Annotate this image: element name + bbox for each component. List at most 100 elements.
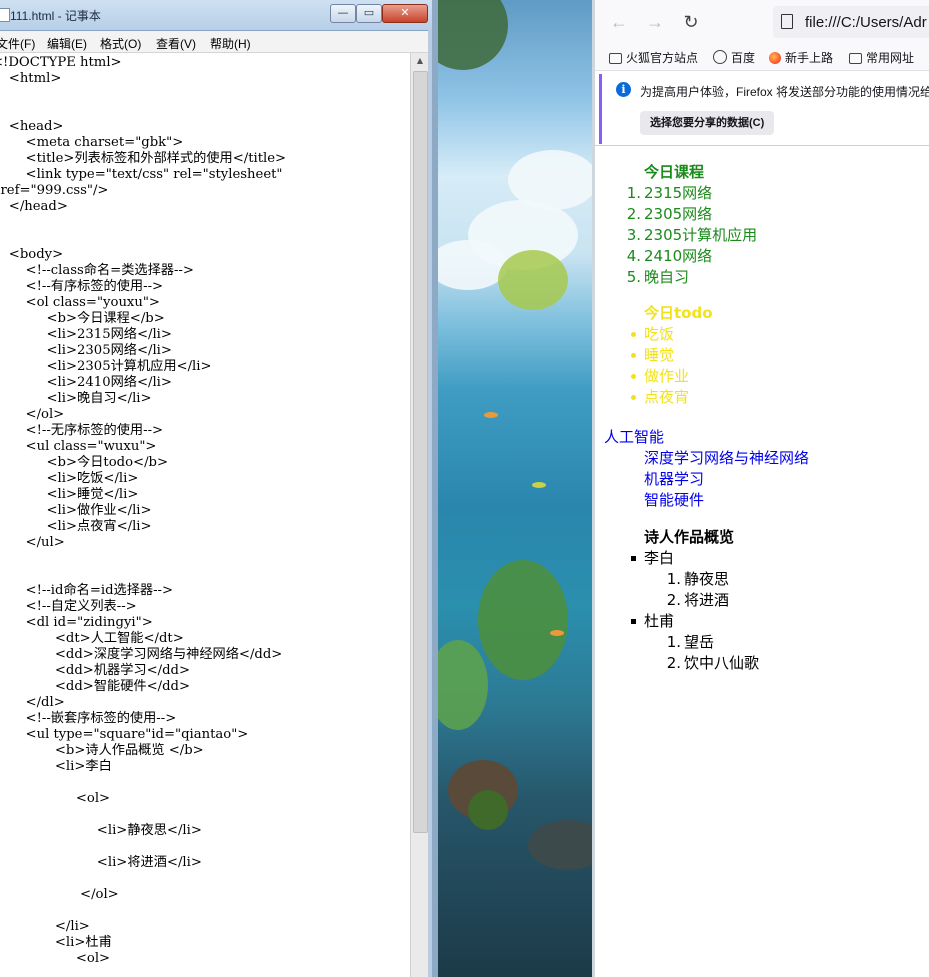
poets-heading: 诗人作品概览 <box>644 528 735 546</box>
rock-shape <box>528 820 592 870</box>
scrollbar-thumb[interactable] <box>413 71 428 833</box>
list-item-text: 点夜宵 <box>644 388 690 406</box>
folder-icon <box>849 53 862 64</box>
poets-nested-list: 诗人作品概览 李白 1. 静夜思 2. 将进酒 杜甫 1. 望岳 2. 饮中八仙歌 <box>631 527 759 674</box>
list-item: 5. 晚自习 <box>627 267 757 288</box>
url-text[interactable]: file:///C:/Users/Adr <box>805 14 927 31</box>
choose-data-button[interactable]: 选择您要分享的数据(C) <box>640 111 775 135</box>
list-marker: 1. <box>626 184 641 202</box>
definition-item: 机器学习 <box>644 470 705 488</box>
telemetry-notification-bar: i 为提高用户体验，Firefox 将发送部分功能的使用情况给 选择您要分享的数… <box>599 74 929 144</box>
definition-item: 深度学习网络与神经网络 <box>644 449 810 467</box>
list-marker: 1. <box>666 633 681 651</box>
work-item: 1. 望岳 <box>644 632 759 653</box>
list-item: 2. 2305网络 <box>627 204 757 225</box>
file-page-icon <box>781 14 793 29</box>
poet-item: 杜甫 <box>631 611 759 632</box>
maximize-button[interactable]: ▭ <box>356 4 382 23</box>
firefox-icon <box>769 52 781 64</box>
list-item: 点夜宵 <box>631 387 713 408</box>
window-title: 111.html - 记事本 <box>10 9 101 23</box>
fish-shape <box>532 482 546 488</box>
seaweed-shape <box>478 560 568 680</box>
bookmark-firefox-official[interactable]: 火狐官方站点 <box>609 49 698 66</box>
bookmark-label: 常用网址 <box>866 51 915 65</box>
notepad-app-icon <box>0 8 10 22</box>
scroll-up-arrow-icon[interactable]: ▲ <box>411 53 429 69</box>
notepad-window: 111.html - 记事本 — ▭ ✕ 文件(F) 编辑(E) 格式(O) 查… <box>0 0 432 977</box>
work-title: 望岳 <box>684 633 715 651</box>
notice-text: 为提高用户体验，Firefox 将发送部分功能的使用情况给 <box>640 85 929 99</box>
seaweed-shape <box>438 640 488 730</box>
bullet-icon <box>631 332 636 337</box>
menu-bar: 文件(F) 编辑(E) 格式(O) 查看(V) 帮助(H) <box>0 31 432 53</box>
info-icon: i <box>616 82 631 97</box>
editor-content[interactable]: <!DOCTYPE html> <html> <head> <meta char… <box>0 53 402 967</box>
text-editor[interactable]: <!DOCTYPE html> <html> <head> <meta char… <box>0 53 410 977</box>
poet-item: 李白 <box>631 548 759 569</box>
foliage-shape <box>498 250 568 310</box>
list-marker: 5. <box>626 268 641 286</box>
navigation-toolbar: ← → ↻ file:///C:/Users/Adr <box>595 0 929 44</box>
fish-shape <box>484 412 498 418</box>
list-marker: 2. <box>626 205 641 223</box>
list-marker: 3. <box>626 226 641 244</box>
list-marker: 2. <box>666 591 681 609</box>
bookmark-label: 新手上路 <box>785 51 834 65</box>
work-title: 将进酒 <box>684 591 730 609</box>
menu-file[interactable]: 文件(F) <box>0 35 35 52</box>
content-divider <box>595 145 929 146</box>
bookmark-getting-started[interactable]: 新手上路 <box>769 49 833 66</box>
list-item-text: 吃饭 <box>644 325 675 343</box>
url-bar[interactable]: file:///C:/Users/Adr <box>773 6 929 38</box>
list-marker: 1. <box>666 570 681 588</box>
desktop-wallpaper <box>438 0 592 977</box>
todo-heading: 今日todo <box>644 304 713 322</box>
courses-heading: 今日课程 <box>644 163 705 181</box>
list-item-text: 2410网络 <box>644 247 713 265</box>
courses-ordered-list: 今日课程 1. 2315网络 2. 2305网络 3. 2305计算机应用 4. 241… <box>627 162 758 288</box>
back-arrow-icon[interactable]: ← <box>607 10 631 34</box>
foliage-shape <box>438 0 508 70</box>
poet-name: 李白 <box>644 549 675 567</box>
list-item-text: 2305计算机应用 <box>644 226 758 244</box>
notepad-titlebar[interactable]: 111.html - 记事本 — ▭ ✕ <box>0 0 432 31</box>
list-item: 4. 2410网络 <box>627 246 757 267</box>
forward-arrow-icon[interactable]: → <box>643 10 667 34</box>
minimize-button[interactable]: — <box>330 4 356 23</box>
list-item-text: 2315网络 <box>644 184 713 202</box>
poet-name: 杜甫 <box>644 612 675 630</box>
square-bullet-icon <box>631 619 636 624</box>
firefox-window: ← → ↻ file:///C:/Users/Adr 火狐官方站点 百度 新手上… <box>595 0 929 977</box>
square-bullet-icon <box>631 556 636 561</box>
work-item: 2. 将进酒 <box>644 590 759 611</box>
menu-edit[interactable]: 编辑(E) <box>47 35 87 52</box>
folder-icon <box>609 53 622 64</box>
list-item: 1. 2315网络 <box>627 183 757 204</box>
menu-format[interactable]: 格式(O) <box>100 35 141 52</box>
menu-view[interactable]: 查看(V) <box>156 35 196 52</box>
menu-help[interactable]: 帮助(H) <box>210 35 251 52</box>
work-title: 静夜思 <box>684 570 730 588</box>
bookmark-baidu[interactable]: 百度 <box>713 49 755 66</box>
list-item: 睡觉 <box>631 345 713 366</box>
bullet-icon <box>631 395 636 400</box>
fish-shape <box>550 630 564 636</box>
work-item: 1. 静夜思 <box>644 569 759 590</box>
list-item-text: 睡觉 <box>644 346 675 364</box>
vertical-scrollbar[interactable]: ▲ <box>410 53 429 977</box>
bullet-icon <box>631 374 636 379</box>
globe-icon <box>713 50 727 64</box>
reload-icon[interactable]: ↻ <box>679 10 703 34</box>
work-item: 2. 饮中八仙歌 <box>644 653 759 674</box>
bookmark-label: 火狐官方站点 <box>626 51 699 65</box>
bookmarks-toolbar: 火狐官方站点 百度 新手上路 常用网址 <box>595 44 929 71</box>
list-item: 做作业 <box>631 366 713 387</box>
list-item: 吃饭 <box>631 324 713 345</box>
list-item: 3. 2305计算机应用 <box>627 225 758 246</box>
close-button[interactable]: ✕ <box>382 4 428 23</box>
todo-unordered-list: 今日todo 吃饭 睡觉 做作业 点夜宵 <box>631 303 713 408</box>
bookmark-common-sites[interactable]: 常用网址 <box>849 49 914 66</box>
bullet-icon <box>631 353 636 358</box>
definition-item: 智能硬件 <box>644 491 705 509</box>
